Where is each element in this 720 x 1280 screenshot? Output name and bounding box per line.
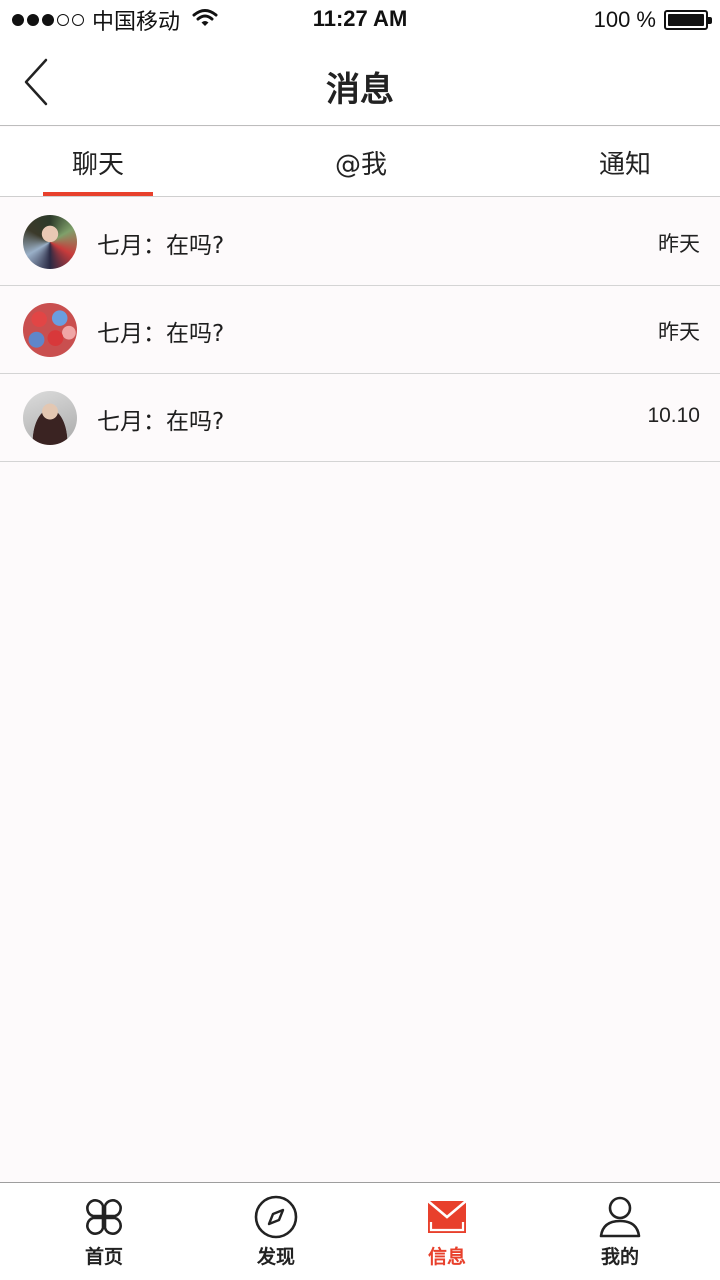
battery-percentage: 100 % [593, 7, 656, 32]
avatar [23, 391, 77, 445]
conversation-time: 昨天 [658, 233, 700, 256]
tabbar-label: 发现 [256, 1246, 295, 1268]
tab-mention[interactable]: @我 [306, 127, 416, 197]
conversation-preview: 七月：在吗? [97, 321, 225, 347]
tabbar-message[interactable]: 信息 [387, 1195, 507, 1279]
conversation-item[interactable]: 七月：在吗? 昨天 [0, 198, 720, 286]
conversation-preview: 七月：在吗? [97, 409, 225, 435]
conversation-item[interactable]: 七月：在吗? 10.10 [0, 374, 720, 462]
conversation-time: 10.10 [647, 404, 700, 427]
compass-icon [254, 1195, 298, 1239]
avatar [23, 303, 77, 357]
battery-icon [664, 10, 712, 30]
tabbar-mine[interactable]: 我的 [560, 1195, 680, 1279]
bottom-tab-bar: 首页 发现 信息 我的 [0, 1182, 720, 1280]
status-right: 100 % [593, 6, 712, 34]
tabbar-label: 首页 [84, 1246, 123, 1268]
status-bar: 中国移动 11:27 AM 100 % [0, 0, 720, 40]
mail-icon [427, 1200, 467, 1233]
active-tab-indicator [43, 192, 153, 196]
tabbar-label: 我的 [600, 1246, 639, 1268]
tabbar-home[interactable]: 首页 [44, 1195, 164, 1279]
message-tabs: 聊天 @我 通知 [0, 127, 720, 197]
conversation-time: 昨天 [658, 321, 700, 344]
tabbar-discover[interactable]: 发现 [216, 1195, 336, 1279]
avatar [23, 215, 77, 269]
conversation-preview: 七月：在吗? [97, 233, 225, 259]
conversation-list: 七月：在吗? 昨天 七月：在吗? 昨天 七月：在吗? 10.10 [0, 198, 720, 462]
user-icon [599, 1196, 641, 1238]
nav-bar: 消息 [0, 40, 720, 126]
clover-icon [86, 1199, 122, 1235]
page-title: 消息 [326, 70, 394, 110]
tabbar-label: 信息 [427, 1246, 466, 1268]
conversation-item[interactable]: 七月：在吗? 昨天 [0, 286, 720, 374]
tab-chat[interactable]: 聊天 [43, 127, 153, 197]
battery-fill [668, 14, 704, 26]
battery-tip [708, 17, 712, 24]
tab-notice[interactable]: 通知 [570, 127, 680, 197]
